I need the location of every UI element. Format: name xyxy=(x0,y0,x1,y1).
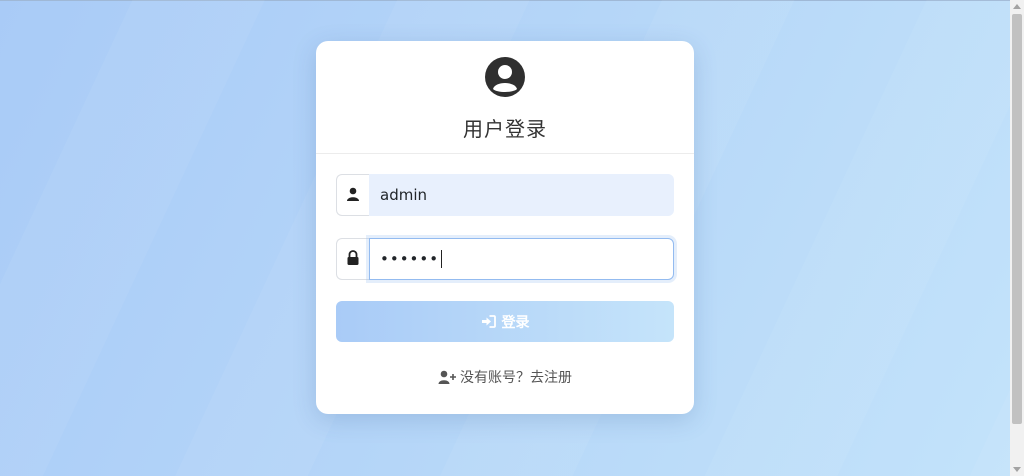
register-link-label: 没有账号？去注册 xyxy=(460,370,572,386)
vertical-scrollbar[interactable] xyxy=(1010,0,1024,476)
username-addon xyxy=(336,174,369,216)
lock-icon xyxy=(346,249,360,269)
password-addon xyxy=(336,238,369,280)
text-caret xyxy=(441,250,443,268)
login-card: 用户登录 admin •••••• 登录 没有账号？去注册 xyxy=(316,41,694,414)
scrollbar-thumb[interactable] xyxy=(1012,14,1022,424)
sign-in-icon xyxy=(481,315,496,328)
scroll-down-arrow-icon[interactable] xyxy=(1013,467,1021,472)
password-value: •••••• xyxy=(380,250,440,268)
login-button[interactable]: 登录 xyxy=(336,301,674,342)
page-title: 用户登录 xyxy=(463,117,547,141)
scroll-up-arrow-icon[interactable] xyxy=(1013,4,1021,9)
login-button-label: 登录 xyxy=(501,314,530,331)
card-header: 用户登录 xyxy=(316,41,694,154)
password-input[interactable]: •••••• xyxy=(369,238,674,280)
password-field: •••••• xyxy=(336,238,674,280)
user-circle-icon xyxy=(485,57,525,97)
user-icon xyxy=(346,186,360,205)
user-plus-icon xyxy=(438,370,457,384)
register-link[interactable]: 没有账号？去注册 xyxy=(316,367,694,387)
username-field: admin xyxy=(336,174,674,216)
username-input[interactable]: admin xyxy=(369,174,674,216)
